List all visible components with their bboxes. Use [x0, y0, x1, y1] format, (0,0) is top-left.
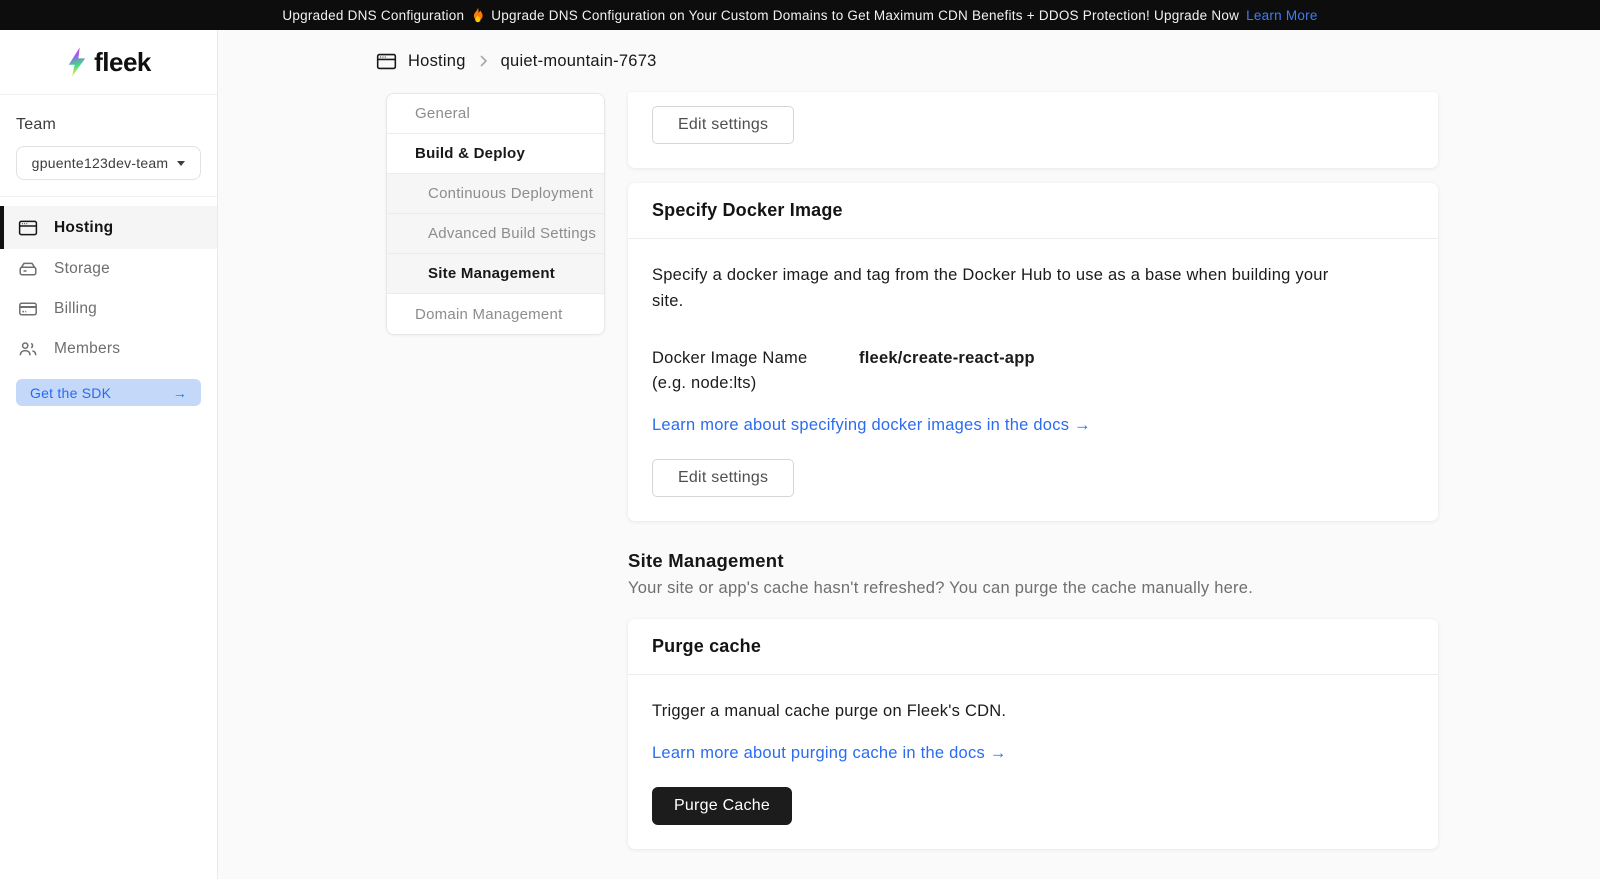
docker-image-name-row: Docker Image Name (e.g. node:lts) fleek/… [652, 346, 1414, 396]
purge-cache-button[interactable]: Purge Cache [652, 787, 792, 825]
sidebar: fleek Team gpuente123dev-team Hosting [0, 30, 218, 879]
sidebar-item-billing[interactable]: Billing [0, 289, 217, 329]
sidebar-item-hosting[interactable]: Hosting [0, 206, 217, 249]
settings-nav-general[interactable]: General [387, 94, 604, 134]
edit-settings-button[interactable]: Edit settings [652, 106, 794, 144]
docker-card-description: Specify a docker image and tag from the … [652, 262, 1342, 314]
chevron-right-icon [479, 54, 488, 68]
breadcrumb-current-page: quiet-mountain-7673 [501, 52, 657, 71]
sidebar-item-label: Hosting [54, 219, 113, 237]
docker-image-name-label: Docker Image Name [652, 346, 859, 371]
sidebar-item-members[interactable]: Members [0, 329, 217, 369]
team-selected-value: gpuente123dev-team [32, 155, 169, 171]
chevron-down-icon [177, 161, 185, 166]
settings-nav-advanced-build-settings[interactable]: Advanced Build Settings [387, 214, 604, 254]
arrow-right-icon: → [173, 385, 187, 401]
breadcrumb-hosting[interactable]: Hosting [408, 52, 466, 71]
banner-lead-text: Upgraded DNS Configuration [282, 8, 464, 23]
team-section: Team gpuente123dev-team [0, 95, 217, 196]
purge-cache-description: Trigger a manual cache purge on Fleek's … [652, 698, 1342, 724]
docker-card-title: Specify Docker Image [628, 183, 1438, 239]
browser-window-icon [376, 51, 397, 72]
get-sdk-button[interactable]: Get the SDK → [16, 379, 201, 406]
content-column: Edit settings Specify Docker Image Speci… [628, 92, 1438, 849]
settings-nav-build-deploy[interactable]: Build & Deploy [387, 134, 604, 174]
credit-card-icon [18, 299, 38, 319]
docker-card-body: Specify a docker image and tag from the … [628, 239, 1438, 521]
get-sdk-label: Get the SDK [30, 385, 111, 401]
browser-window-icon [18, 218, 38, 238]
sidebar-item-label: Storage [54, 260, 110, 278]
lightning-bolt-icon [66, 47, 88, 77]
site-management-title: Site Management [628, 550, 1438, 572]
purge-cache-body: Trigger a manual cache purge on Fleek's … [628, 675, 1438, 849]
docker-image-name-hint: (e.g. node:lts) [652, 371, 859, 396]
purge-docs-link[interactable]: Learn more about purging cache in the do… [652, 744, 1007, 763]
team-label: Team [16, 116, 201, 134]
breadcrumb: Hosting quiet-mountain-7673 [376, 41, 657, 81]
settings-nav-continuous-deployment[interactable]: Continuous Deployment [387, 174, 604, 214]
docker-image-name-value: fleek/create-react-app [859, 346, 1035, 371]
storage-drive-icon [18, 259, 38, 279]
docker-image-name-labels: Docker Image Name (e.g. node:lts) [652, 346, 859, 396]
sidebar-item-label: Billing [54, 300, 97, 318]
banner-message: Upgrade DNS Configuration on Your Custom… [491, 8, 1239, 23]
sidebar-item-label: Members [54, 340, 120, 358]
site-management-section: Site Management Your site or app's cache… [628, 550, 1438, 598]
fire-icon [471, 7, 484, 23]
edit-settings-button[interactable]: Edit settings [652, 459, 794, 497]
purge-cache-title: Purge cache [628, 619, 1438, 675]
logo-wordmark: fleek [94, 47, 151, 78]
sidebar-nav: Hosting Storage Billing [0, 196, 217, 406]
sidebar-item-storage[interactable]: Storage [0, 249, 217, 289]
build-settings-card: Edit settings [628, 92, 1438, 168]
purge-cache-card: Purge cache Trigger a manual cache purge… [628, 619, 1438, 849]
members-icon [18, 339, 38, 359]
docker-image-card: Specify Docker Image Specify a docker im… [628, 183, 1438, 521]
docker-docs-link[interactable]: Learn more about specifying docker image… [652, 416, 1091, 435]
team-selector[interactable]: gpuente123dev-team [16, 146, 201, 180]
banner-learn-more-link[interactable]: Learn More [1246, 8, 1317, 23]
settings-nav-site-management[interactable]: Site Management [387, 254, 604, 294]
site-management-subtitle: Your site or app's cache hasn't refreshe… [628, 579, 1438, 598]
main-area: Hosting quiet-mountain-7673 General Buil… [219, 30, 1600, 879]
promo-banner: Upgraded DNS Configuration Upgrade DNS C… [0, 0, 1600, 30]
settings-nav-domain-management[interactable]: Domain Management [387, 294, 604, 334]
fleek-logo[interactable]: fleek [0, 30, 217, 95]
settings-nav: General Build & Deploy Continuous Deploy… [386, 93, 605, 335]
